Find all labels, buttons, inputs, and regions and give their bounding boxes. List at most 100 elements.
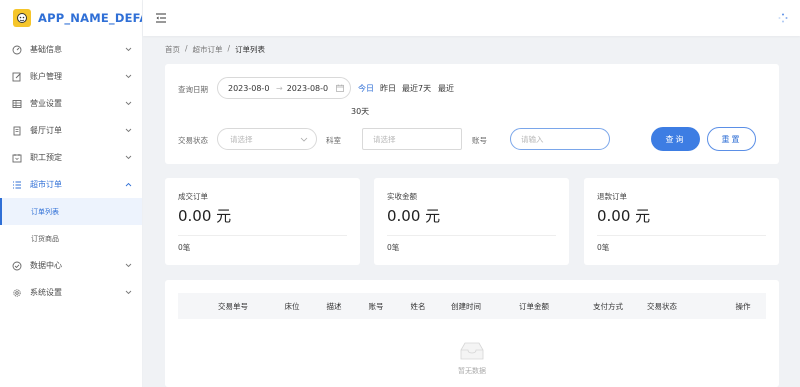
stat-card-received-amount: 实收金额 0.00 元 0笔 [374, 178, 569, 265]
chevron-down-icon [124, 73, 132, 81]
table-icon [12, 99, 22, 109]
table-header: 交易单号 床位 描述 账号 姓名 创建时间 订单金额 支付方式 交易状态 操作 [178, 293, 766, 319]
sidebar-item-staff-booking[interactable]: 职工预定 [0, 144, 142, 171]
breadcrumb: 首页 / 超市订单 / 订单列表 [165, 44, 265, 55]
app-name: APP_NAME_DEFAULT [38, 11, 142, 25]
status-label: 交易状态 [178, 136, 208, 145]
quick-last30-button-wrap[interactable]: 30天 [351, 106, 369, 117]
stat-divider [178, 235, 347, 236]
sidebar-item-data-center[interactable]: 数据中心 [0, 252, 142, 279]
app-logo-icon [13, 9, 31, 27]
sidebar-item-label: 基础信息 [30, 45, 62, 54]
stat-card-refund-orders: 退款订单 0.00 元 0笔 [584, 178, 779, 265]
top-header [143, 0, 800, 36]
quick-last30-button[interactable]: 最近 [438, 83, 454, 94]
room-select[interactable]: 请选择 [362, 128, 462, 150]
breadcrumb-separator: / [227, 44, 231, 53]
sidebar-menu: 基础信息 账户管理 营业设置 餐厅订单 职工预定 超市订单 订单列表 订货商品 … [0, 36, 142, 306]
chevron-up-icon [124, 181, 132, 189]
quick-yesterday-button[interactable]: 昨日 [380, 83, 396, 94]
stat-title: 成交订单 [178, 192, 208, 201]
chevron-down-icon [124, 262, 132, 270]
column-header[interactable]: 创建时间 [440, 293, 492, 319]
stat-value: 0.00 元 [178, 207, 232, 225]
breadcrumb-home[interactable]: 首页 [165, 44, 180, 55]
sidebar-item-supermarket-orders[interactable]: 超市订单 [0, 171, 142, 198]
stat-divider [597, 235, 766, 236]
column-header[interactable]: 订单金额 [506, 293, 562, 319]
chevron-down-icon [124, 100, 132, 108]
sidebar-subitem-order-list[interactable]: 订单列表 [0, 198, 142, 225]
search-button[interactable]: 查询 [651, 127, 700, 151]
chevron-down-icon [300, 135, 308, 143]
sidebar-item-system-settings[interactable]: 系统设置 [0, 279, 142, 306]
account-input[interactable]: 请输入 [510, 128, 610, 150]
stat-title: 实收金额 [387, 192, 417, 201]
menu-fold-icon[interactable] [155, 13, 167, 23]
account-label: 账号 [472, 136, 487, 145]
column-header[interactable]: 操作 [728, 293, 758, 319]
calendar-icon [336, 84, 344, 92]
stat-count: 0笔 [597, 243, 610, 252]
status-select[interactable]: 请选择 [217, 128, 317, 150]
sidebar-item-label: 系统设置 [30, 288, 62, 297]
column-header[interactable]: 支付方式 [586, 293, 630, 319]
orders-table: 交易单号 床位 描述 账号 姓名 创建时间 订单金额 支付方式 交易状态 操作 … [165, 280, 779, 387]
chevron-down-icon [124, 127, 132, 135]
sidebar-subitem-ordered-goods[interactable]: 订货商品 [0, 225, 142, 252]
room-label: 科室 [326, 136, 341, 145]
quick-today-button[interactable]: 今日 [358, 83, 374, 94]
start-date-input[interactable]: 2023-08-0 [228, 84, 272, 93]
column-header[interactable]: 交易状态 [638, 293, 686, 319]
filter-panel: 查询日期 2023-08-0 → 2023-08-0 今日 昨日 最近7天 最近… [165, 64, 779, 164]
sidebar-item-basic-info[interactable]: 基础信息 [0, 36, 142, 63]
breadcrumb-supermarket-orders[interactable]: 超市订单 [193, 44, 223, 55]
edit-icon [12, 72, 22, 82]
date-range-picker[interactable]: 2023-08-0 → 2023-08-0 [217, 77, 351, 99]
column-header[interactable]: 交易单号 [198, 293, 268, 319]
sidebar: APP_NAME_DEFAULT 基础信息 账户管理 营业设置 餐厅订单 职工预… [0, 0, 143, 387]
sidebar-item-account[interactable]: 账户管理 [0, 63, 142, 90]
column-header[interactable]: 账号 [358, 293, 394, 319]
chevron-down-icon [124, 46, 132, 54]
empty-state: 暂无数据 [165, 340, 779, 376]
chevron-down-icon [124, 289, 132, 297]
document-icon [12, 126, 22, 136]
account-input-placeholder: 请输入 [521, 134, 544, 144]
sidebar-item-label: 账户管理 [30, 72, 62, 81]
sidebar-item-business-settings[interactable]: 营业设置 [0, 90, 142, 117]
date-label: 查询日期 [178, 85, 208, 94]
check-circle-icon [12, 261, 22, 271]
room-select-placeholder: 请选择 [373, 134, 396, 144]
sidebar-item-label: 超市订单 [30, 180, 62, 189]
sidebar-item-label: 数据中心 [30, 261, 62, 270]
column-header[interactable]: 描述 [314, 293, 354, 319]
empty-text: 暂无数据 [458, 367, 486, 375]
status-select-placeholder: 请选择 [230, 134, 253, 144]
brand[interactable]: APP_NAME_DEFAULT [0, 0, 142, 36]
breadcrumb-separator: / [185, 44, 188, 53]
empty-inbox-icon [460, 342, 484, 360]
list-icon [12, 180, 22, 190]
stat-card-deal-orders: 成交订单 0.00 元 0笔 [165, 178, 360, 265]
stat-divider [387, 235, 556, 236]
breadcrumb-current: 订单列表 [235, 45, 266, 54]
sidebar-item-label: 营业设置 [30, 99, 62, 108]
quick-last7-button[interactable]: 最近7天 [402, 83, 431, 94]
stat-title: 退款订单 [597, 192, 627, 201]
column-header[interactable]: 姓名 [400, 293, 436, 319]
stat-count: 0笔 [178, 243, 191, 252]
stat-value: 0.00 元 [597, 207, 651, 225]
dashboard-icon [12, 45, 22, 55]
sidebar-item-restaurant-orders[interactable]: 餐厅订单 [0, 117, 142, 144]
sidebar-item-label: 职工预定 [30, 153, 62, 162]
loading-spinner-icon [778, 13, 788, 23]
gear-icon [12, 288, 22, 298]
stat-value: 0.00 元 [387, 207, 441, 225]
sidebar-item-label: 餐厅订单 [30, 126, 62, 135]
chevron-down-icon [124, 154, 132, 162]
calendar-icon [12, 153, 22, 163]
reset-button[interactable]: 重置 [707, 127, 756, 151]
column-header[interactable]: 床位 [274, 293, 310, 319]
end-date-input[interactable]: 2023-08-0 [287, 84, 331, 93]
